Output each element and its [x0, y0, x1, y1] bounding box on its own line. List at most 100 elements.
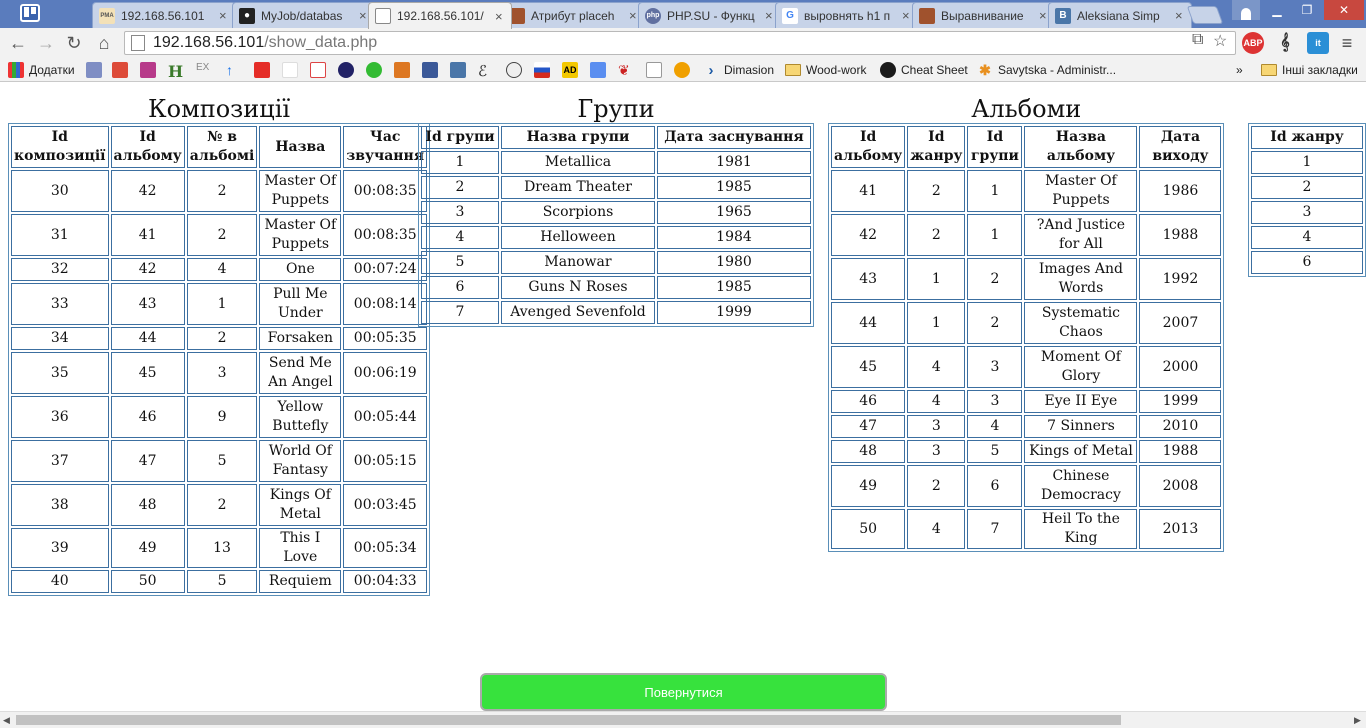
header-row: Id групи Назва групи Дата заснування: [421, 126, 811, 149]
bookmark-13[interactable]: ℰ: [478, 61, 494, 80]
address-bar[interactable]: 192.168.56.101/show_data.php: [124, 31, 1236, 55]
bookmark-18[interactable]: ❦: [618, 61, 634, 79]
maximize-button[interactable]: ❐: [1292, 0, 1322, 20]
tab-1[interactable]: ● MyJob/databas ×: [232, 2, 376, 28]
album-cell: 1: [967, 170, 1023, 212]
music-icon[interactable]: 𝄞: [1274, 32, 1296, 54]
bookmark-youtube[interactable]: [254, 61, 270, 79]
album-cell: 2013: [1139, 509, 1222, 549]
bookmark-facebook[interactable]: [422, 61, 438, 79]
tab-3[interactable]: Атрибут placeh ×: [502, 2, 646, 28]
tab-6[interactable]: Выравнивание ×: [912, 2, 1056, 28]
bookmark-20[interactable]: [674, 61, 690, 79]
close-tab-icon[interactable]: ×: [495, 9, 505, 24]
group-header-cell: Дата заснування: [657, 126, 811, 149]
album-header-cell: Id жанру: [907, 126, 966, 168]
trello-icon[interactable]: [20, 4, 40, 22]
album-cell: Eye II Eye: [1024, 390, 1138, 413]
bookmarks-overflow-button[interactable]: »: [1236, 61, 1243, 79]
bookmark-ex[interactable]: EX: [196, 61, 212, 79]
group-cell: Manowar: [501, 251, 655, 274]
album-cell: 45: [831, 346, 906, 388]
bookmark-wood-work[interactable]: Wood-work: [785, 61, 866, 79]
back-icon[interactable]: ←: [6, 31, 30, 55]
groups-table: Id групи Назва групи Дата заснування 1 Metal…: [418, 123, 814, 327]
tab-4[interactable]: php PHP.SU - Функц ×: [638, 2, 782, 28]
composition-cell: 1: [186, 283, 258, 325]
tab-0[interactable]: PMA 192.168.56.101 ×: [92, 2, 236, 28]
star-icon[interactable]: ☆: [1213, 31, 1227, 51]
close-window-button[interactable]: ✕: [1324, 0, 1364, 20]
translate-icon[interactable]: ⧉: [1192, 31, 1203, 49]
horizontal-scrollbar[interactable]: ◀ ▶: [0, 711, 1366, 728]
table-row: 32 42 4 One 00:07:24: [11, 258, 428, 281]
user-profile-button[interactable]: [1232, 0, 1260, 20]
bookmark-dimasion[interactable]: › Dimasion: [703, 61, 775, 79]
green-face-icon: [366, 62, 382, 78]
close-tab-icon[interactable]: ×: [1175, 8, 1185, 23]
bookmark-mail[interactable]: [86, 61, 102, 79]
close-tab-icon[interactable]: ×: [219, 8, 229, 23]
table-row: 33 43 1 Pull Me Under 00:08:14: [11, 283, 428, 325]
tab-strip: PMA 192.168.56.101 × ● MyJob/databas × 192.168…: [0, 0, 1366, 29]
apps-label: Додатки: [29, 63, 75, 77]
scroll-left-icon[interactable]: ◀: [3, 715, 13, 726]
bookmark-gplus[interactable]: [112, 61, 128, 79]
group-cell: 1965: [657, 201, 811, 224]
tab-7[interactable]: B Aleksiana Simp ×: [1048, 2, 1192, 28]
bookmark-vk[interactable]: [450, 61, 466, 79]
russian-flag-icon: [534, 62, 550, 78]
bookmark-cheat-sheet[interactable]: Cheat Sheet: [880, 61, 968, 79]
composition-cell: 42: [110, 258, 185, 281]
scroll-right-icon[interactable]: ▶: [1354, 715, 1364, 726]
bookmark-19[interactable]: [646, 61, 662, 79]
composition-cell: World Of Fantasy: [259, 440, 342, 482]
bookmark-10[interactable]: [394, 61, 410, 79]
bookmark-arrow[interactable]: ↑: [226, 61, 242, 79]
composition-cell: 00:08:14: [343, 283, 428, 325]
bookmark-3[interactable]: [140, 61, 156, 79]
bookmark-8[interactable]: [338, 61, 354, 79]
album-cell: 48: [831, 440, 906, 463]
return-button[interactable]: Повернутися: [480, 673, 887, 711]
table-row: 37 47 5 World Of Fantasy 00:05:15: [11, 440, 428, 482]
minimize-button[interactable]: ▁: [1262, 0, 1292, 20]
album-cell: ?And Justice for All: [1024, 214, 1138, 256]
tab-2[interactable]: 192.168.56.101/ ×: [368, 2, 512, 29]
bookmark-h[interactable]: H: [168, 61, 184, 81]
reload-icon[interactable]: ↻: [62, 31, 86, 55]
tab-title: Атрибут placeh: [531, 8, 615, 23]
tab-title: Выравнивание: [941, 8, 1024, 23]
bookmark-other[interactable]: Інші закладки: [1261, 61, 1358, 79]
bookmark-17[interactable]: [590, 61, 606, 79]
bookmark-ad[interactable]: AD: [562, 61, 578, 79]
bookmark-gmail[interactable]: [310, 61, 326, 79]
translate-ext-icon[interactable]: it: [1307, 32, 1329, 54]
translate-icon: [590, 62, 606, 78]
album-cell: 4: [967, 415, 1023, 438]
scrollbar-thumb[interactable]: [16, 715, 1121, 725]
bookmark-apps[interactable]: Додатки: [8, 61, 75, 79]
h-icon: H: [168, 62, 184, 81]
group-cell: Avenged Sevenfold: [501, 301, 655, 324]
forward-icon[interactable]: →: [34, 31, 58, 55]
home-icon[interactable]: ⌂: [92, 31, 116, 55]
tab-title: PHP.SU - Функц: [667, 8, 755, 23]
tab-5[interactable]: Gвыровнять h1 п ×: [775, 2, 919, 28]
genres-section: Id жанру 1 2 3 4 6: [1248, 91, 1366, 277]
bookmark-savytska[interactable]: ✱ Savytska - Administr...: [977, 61, 1116, 79]
composition-cell: 50: [110, 570, 185, 593]
composition-cell: 43: [110, 283, 185, 325]
bookmark-google[interactable]: [282, 61, 298, 79]
adblock-icon[interactable]: ABP: [1242, 32, 1264, 54]
menu-icon[interactable]: ≡: [1336, 32, 1358, 54]
close-tab-icon[interactable]: ×: [902, 8, 912, 23]
colorful-icon: [140, 62, 156, 78]
bookmark-14[interactable]: [506, 61, 522, 79]
bookmark-9[interactable]: [366, 61, 382, 79]
composition-cell: 32: [11, 258, 109, 281]
close-tab-icon[interactable]: ×: [765, 8, 775, 23]
bookmark-15[interactable]: [534, 61, 550, 79]
album-cell: Master Of Puppets: [1024, 170, 1138, 212]
new-tab-button[interactable]: [1186, 6, 1224, 24]
